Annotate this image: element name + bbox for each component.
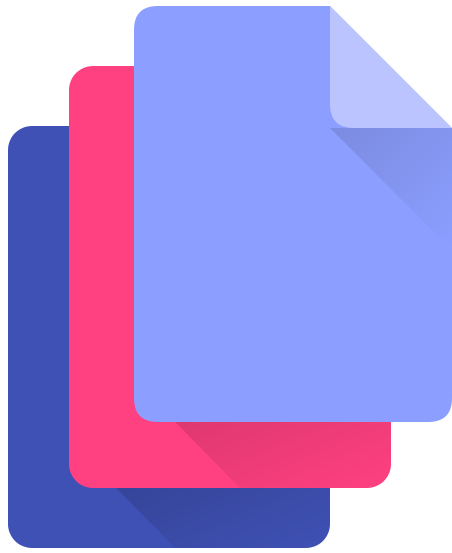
front-page (134, 6, 452, 422)
stacked-documents-graphic (8, 6, 452, 548)
stacked-documents-icon (0, 0, 452, 553)
page-fold (330, 6, 452, 128)
